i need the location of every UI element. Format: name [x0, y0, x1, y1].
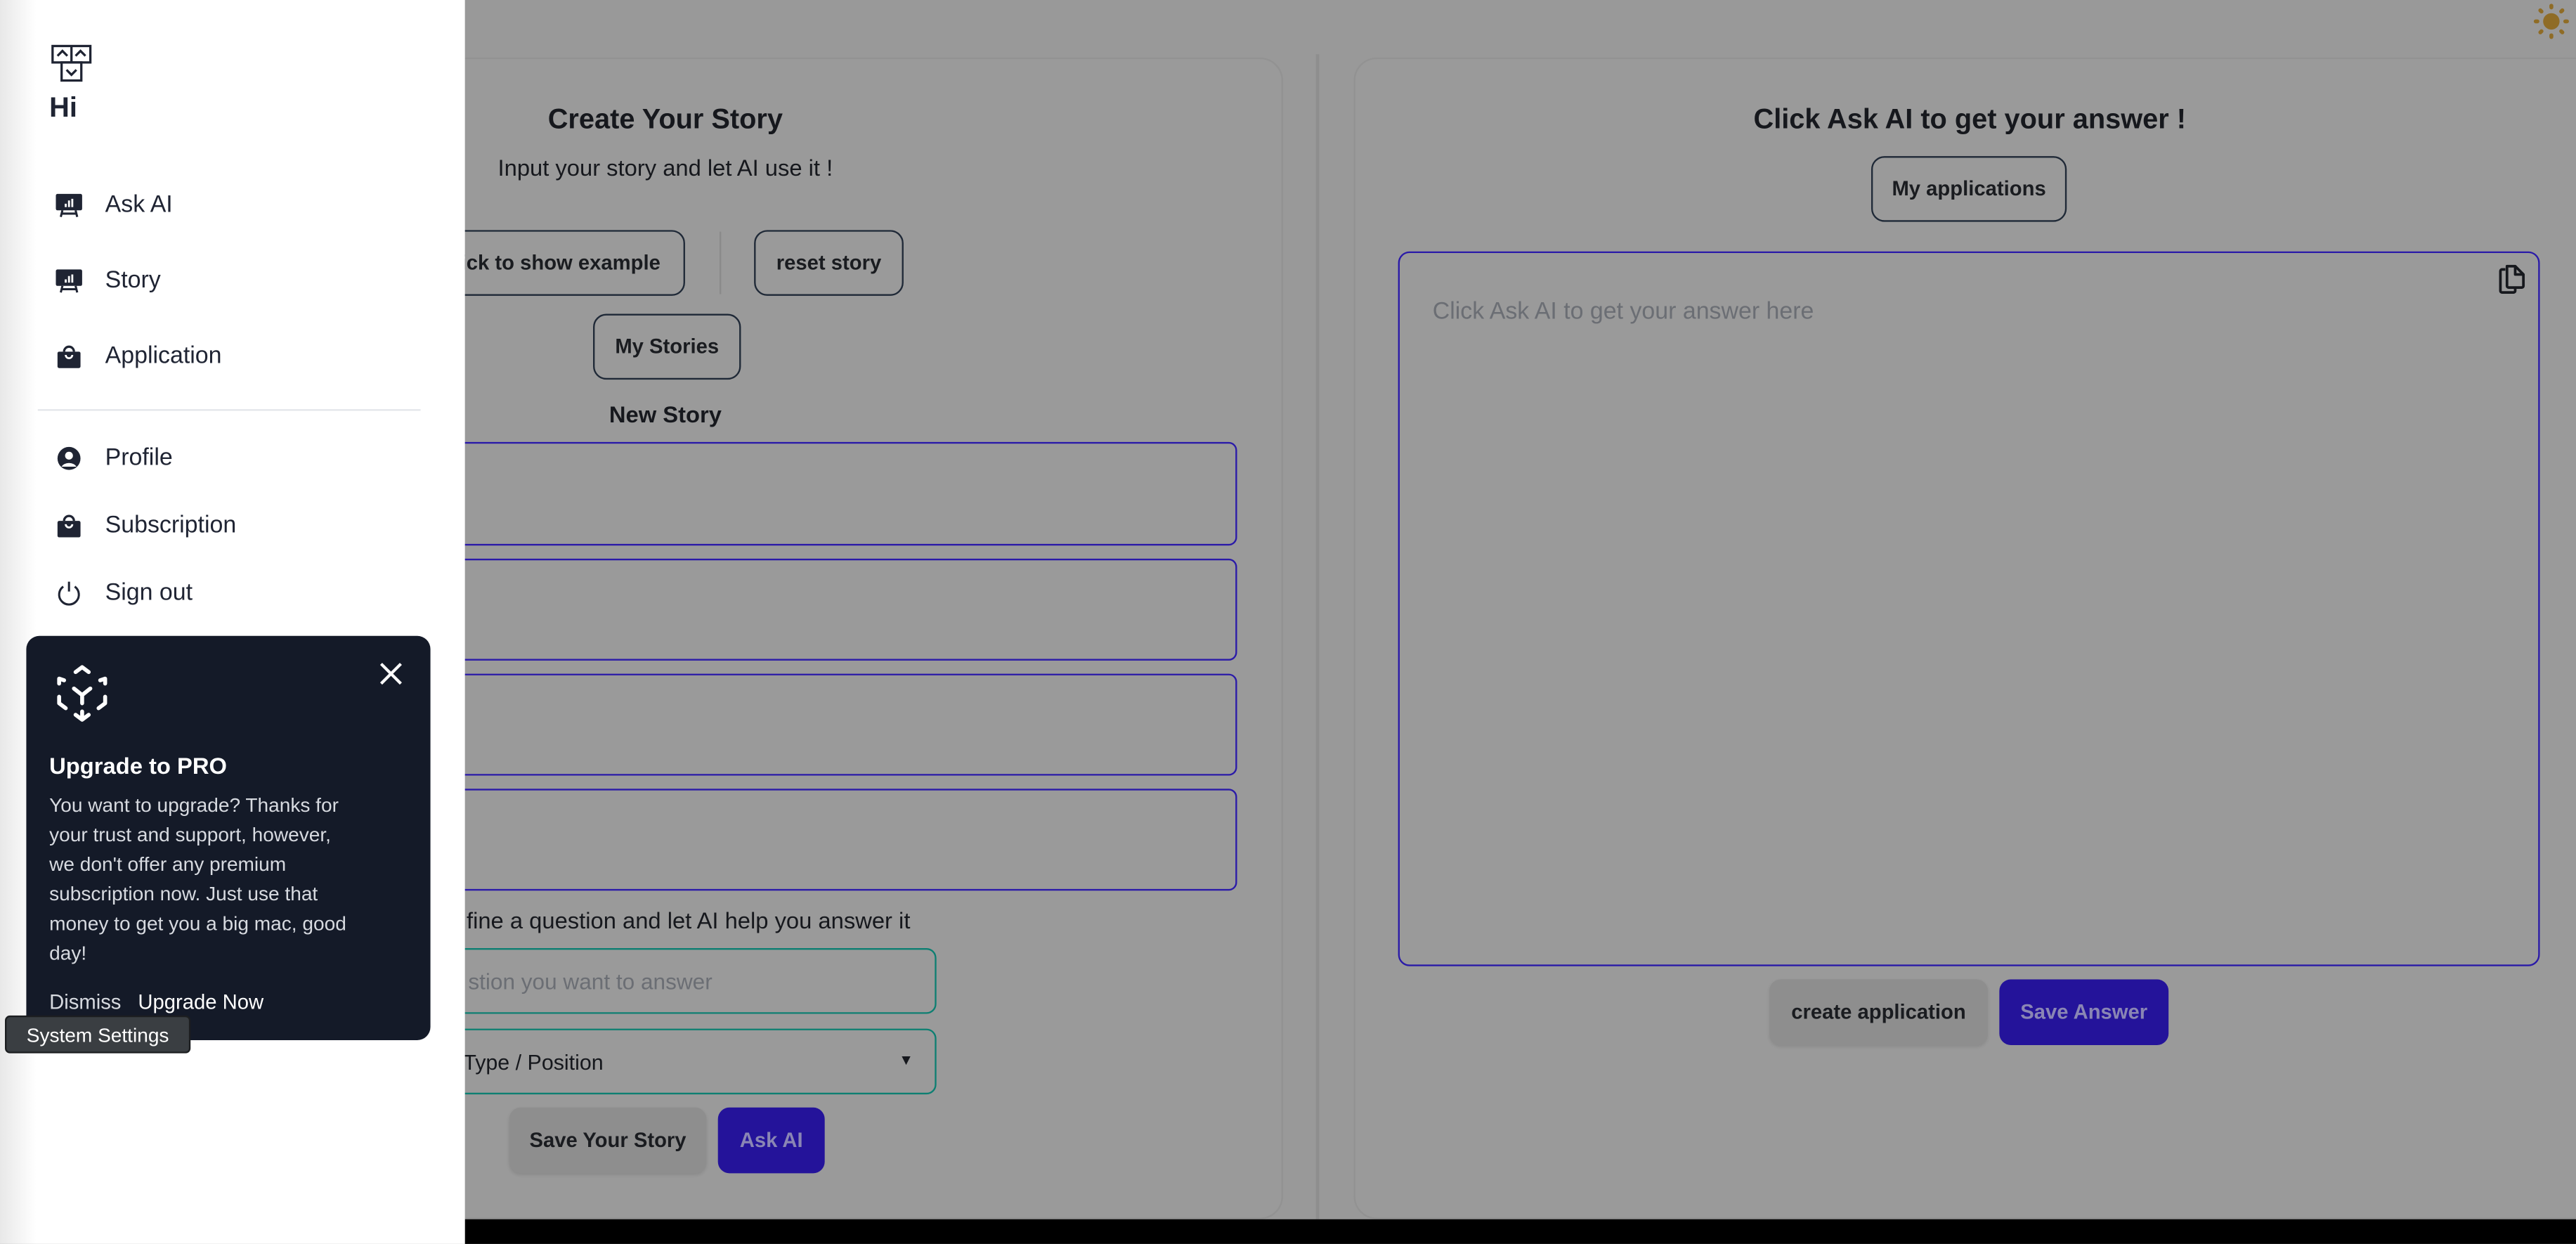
sidebar-divider [37, 409, 421, 411]
story-field-1[interactable] [419, 441, 1237, 546]
system-settings-tooltip: System Settings [5, 1015, 191, 1054]
question-label: fine a question and let AI help you answ… [466, 907, 911, 933]
answer-textarea[interactable]: Click Ask AI to get your answer here [1398, 251, 2540, 966]
sidebar-item-label: Ask AI [105, 192, 173, 219]
sidebar-item-story[interactable]: Story [53, 268, 161, 294]
greeting: Hi [49, 91, 77, 124]
reset-story-button[interactable]: reset story [754, 230, 904, 296]
chevron-down-icon: ▼ [899, 1051, 913, 1068]
question-placeholder: stion you want to answer [468, 968, 713, 994]
select-value: Type / Position [463, 1049, 604, 1074]
shopping-bag-icon [57, 514, 81, 538]
answer-placeholder: Click Ask AI to get your answer here [1432, 299, 1814, 325]
upgrade-promo-card: Upgrade to PRO You want to upgrade? Than… [26, 635, 431, 1040]
app: Create Your Story Input your story and l… [0, 0, 2576, 1244]
answer-title: Click Ask AI to get your answer ! [1753, 103, 2187, 135]
dismiss-button[interactable]: Dismiss [49, 991, 121, 1014]
panel-divider [1315, 54, 1320, 1219]
sidebar-item-label: Story [105, 268, 161, 294]
presentation-chart-icon [56, 193, 82, 217]
close-icon[interactable] [379, 662, 403, 685]
sidebar-item-label: Subscription [105, 512, 237, 539]
story-field-3[interactable] [419, 673, 1237, 776]
save-answer-button[interactable]: Save Answer [1999, 979, 2169, 1045]
my-applications-button[interactable]: My applications [1871, 156, 2067, 222]
sidebar-item-label: Application [105, 343, 222, 370]
copy-icon[interactable] [2497, 263, 2527, 296]
promo-body: You want to upgrade? Thanks for your tru… [49, 793, 346, 965]
shopping-bag-icon [57, 345, 81, 368]
sun-icon[interactable] [2533, 4, 2569, 39]
promo-title: Upgrade to PRO [49, 752, 227, 779]
user-circle-icon [57, 446, 81, 470]
sidebar-item-label: Profile [105, 445, 173, 472]
story-title: Create Your Story [547, 103, 783, 135]
upgrade-now-button[interactable]: Upgrade Now [138, 991, 264, 1014]
story-field-4[interactable] [419, 789, 1237, 891]
sidebar-item-application[interactable]: Application [53, 344, 221, 370]
cube-icon [57, 665, 108, 722]
logo-icon [51, 44, 92, 82]
create-application-button[interactable]: create application [1769, 979, 1988, 1045]
sidebar-item-label: Sign out [105, 580, 193, 607]
story-field-2[interactable] [419, 558, 1237, 661]
sidebar-item-profile[interactable]: Profile [53, 446, 173, 472]
sidebar-item-ask-ai[interactable]: Ask AI [53, 193, 173, 219]
sidebar-item-subscription[interactable]: Subscription [53, 512, 236, 539]
save-story-button[interactable]: Save Your Story [509, 1107, 707, 1174]
ask-ai-button[interactable]: Ask AI [717, 1107, 825, 1174]
story-subtitle: Input your story and let AI use it ! [497, 154, 833, 181]
show-example-button[interactable]: lick to show example [430, 230, 685, 296]
bottom-bar [464, 1219, 2576, 1244]
presentation-chart-icon [56, 269, 82, 293]
sidebar-item-sign-out[interactable]: Sign out [53, 580, 193, 607]
new-story-heading: New Story [609, 401, 722, 427]
button-divider [720, 231, 722, 294]
power-icon [58, 581, 80, 606]
type-position-select[interactable]: Type / Position ▼ [419, 1028, 937, 1095]
question-input[interactable]: stion you want to answer [419, 948, 937, 1014]
my-stories-button[interactable]: My Stories [593, 313, 741, 380]
sidebar: Hi Ask AI Story Application Profile Subs… [0, 0, 465, 1244]
